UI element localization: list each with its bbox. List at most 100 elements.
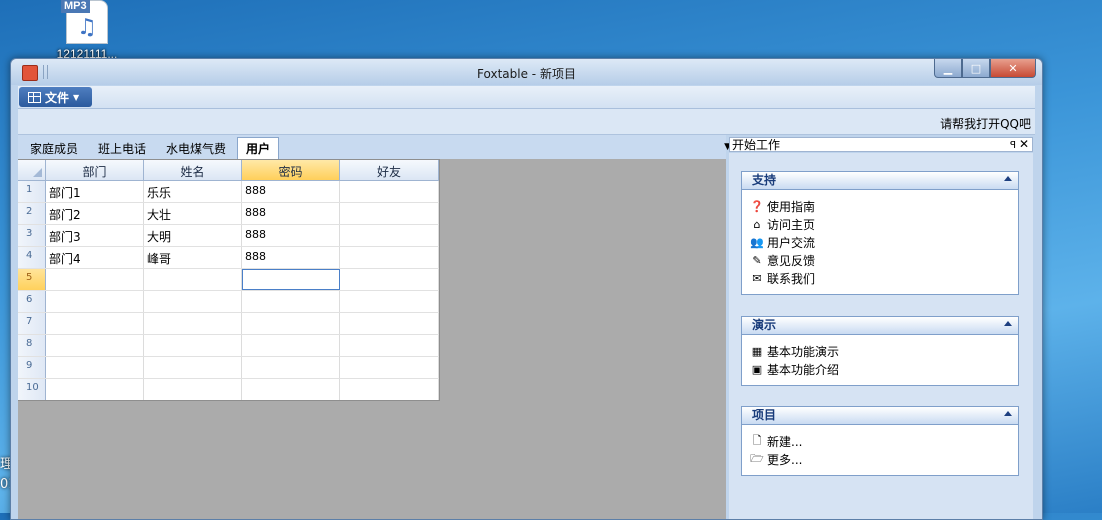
tab-utility-bills[interactable]: 水电煤气费: [166, 140, 226, 157]
table-cell[interactable]: [46, 357, 144, 378]
group-body: 🗋 新建... 🗁 更多...: [741, 425, 1019, 476]
table-cell[interactable]: [340, 181, 439, 202]
row-number[interactable]: 7: [18, 313, 46, 334]
table-cell[interactable]: [46, 379, 144, 400]
collapse-icon[interactable]: [1004, 176, 1012, 181]
group-project: 项目 🗋 新建... 🗁 更多...: [741, 406, 1019, 476]
table-cell[interactable]: [46, 291, 144, 312]
row-number[interactable]: 4: [18, 247, 46, 268]
table-cell[interactable]: [340, 203, 439, 224]
column-header-department[interactable]: 部门: [46, 160, 144, 180]
table-cell[interactable]: [242, 357, 340, 378]
table-icon: ▦: [751, 344, 763, 358]
tab-family-members[interactable]: 家庭成员: [30, 140, 78, 157]
group-header-project[interactable]: 项目: [741, 406, 1019, 425]
window-controls: ▁ □ ✕: [934, 59, 1036, 78]
link-label: 联系我们: [767, 271, 816, 286]
row-number[interactable]: 8: [18, 335, 46, 356]
link-label: 访问主页: [767, 217, 816, 232]
minimize-button[interactable]: ▁: [934, 59, 962, 78]
table-cell[interactable]: 大明: [144, 225, 242, 246]
table-cell[interactable]: [144, 291, 242, 312]
table-cell[interactable]: [144, 269, 242, 290]
table-cell[interactable]: [340, 269, 439, 290]
table-cell[interactable]: [340, 225, 439, 246]
mp3-tag: MP3: [61, 0, 90, 13]
group-title: 演示: [752, 318, 777, 332]
help-icon: ❓: [750, 199, 764, 213]
table-cell[interactable]: [242, 379, 340, 400]
help-link[interactable]: 请帮我打开QQ吧: [940, 115, 1031, 132]
task-pane-title: 开始工作: [732, 138, 781, 152]
row-number[interactable]: 10: [18, 379, 46, 400]
table-cell[interactable]: 部门2: [46, 203, 144, 224]
table-cell[interactable]: [144, 379, 242, 400]
file-menu-label: 文件: [45, 90, 70, 105]
table-cell[interactable]: [46, 269, 144, 290]
table-cell[interactable]: 888: [242, 203, 340, 224]
row-number[interactable]: 2: [18, 203, 46, 224]
table-cell[interactable]: 部门1: [46, 181, 144, 202]
collapse-icon[interactable]: [1004, 321, 1012, 326]
table-cell[interactable]: 888: [242, 181, 340, 202]
task-pane: 支持 ❓ 使用指南 ⌂ 访问主页 👥 用户交流 ✎ 意见反馈 ✉ 联系我们 演示 ▦ 基本功…: [729, 153, 1033, 519]
table-cell[interactable]: [340, 335, 439, 356]
active-cell[interactable]: [242, 269, 340, 290]
link-home-page[interactable]: ⌂ 访问主页: [750, 215, 1010, 233]
link-community[interactable]: 👥 用户交流: [750, 233, 1010, 251]
pin-icon[interactable]: ꟼ: [1010, 138, 1016, 153]
close-button[interactable]: ✕: [990, 59, 1036, 78]
table-cell[interactable]: 888: [242, 225, 340, 246]
link-basic-intro[interactable]: ▣ 基本功能介绍: [750, 360, 1010, 378]
table-cell[interactable]: [340, 357, 439, 378]
column-header-name[interactable]: 姓名: [144, 160, 242, 180]
table-cell[interactable]: [46, 335, 144, 356]
row-number[interactable]: 5: [18, 269, 46, 290]
row-number[interactable]: 6: [18, 291, 46, 312]
table-cell[interactable]: [242, 313, 340, 334]
link-feedback[interactable]: ✎ 意见反馈: [750, 251, 1010, 269]
table-row: 10: [18, 379, 439, 400]
table-cell[interactable]: [46, 313, 144, 334]
table-cell[interactable]: 大壮: [144, 203, 242, 224]
table-cell[interactable]: 888: [242, 247, 340, 268]
column-header-friends[interactable]: 好友: [340, 160, 439, 180]
file-menu-button[interactable]: 文件 ▼: [19, 87, 92, 107]
title-bar[interactable]: Foxtable - 新项目 ▁ □ ✕: [11, 59, 1042, 85]
task-pane-header: 开始工作 ꟼ ✕: [729, 137, 1033, 152]
table-cell[interactable]: [144, 357, 242, 378]
table-cell[interactable]: 乐乐: [144, 181, 242, 202]
select-all-corner[interactable]: [18, 160, 46, 180]
desktop-mp3-icon[interactable]: MP3 ♫ 12121111...: [52, 0, 122, 61]
tab-work-phone[interactable]: 班上电话: [98, 140, 146, 157]
link-contact[interactable]: ✉ 联系我们: [750, 269, 1010, 287]
table-cell[interactable]: [242, 291, 340, 312]
tab-users[interactable]: 用户: [237, 137, 280, 161]
link-more-projects[interactable]: 🗁 更多...: [750, 450, 1010, 468]
collapse-icon[interactable]: [1004, 411, 1012, 416]
table-cell[interactable]: 部门3: [46, 225, 144, 246]
group-title: 项目: [752, 408, 777, 422]
group-header-demo[interactable]: 演示: [741, 316, 1019, 335]
link-basic-demo[interactable]: ▦ 基本功能演示: [750, 342, 1010, 360]
row-number[interactable]: 3: [18, 225, 46, 246]
link-new-project[interactable]: 🗋 新建...: [750, 432, 1010, 450]
link-user-guide[interactable]: ❓ 使用指南: [750, 197, 1010, 215]
column-header-password[interactable]: 密码: [242, 160, 340, 180]
table-cell[interactable]: [340, 379, 439, 400]
table-row: 4 部门4 峰哥 888: [18, 247, 439, 269]
table-cell[interactable]: [144, 313, 242, 334]
row-number[interactable]: 1: [18, 181, 46, 202]
table-cell[interactable]: [340, 291, 439, 312]
maximize-button[interactable]: □: [962, 59, 990, 78]
table-cell[interactable]: 峰哥: [144, 247, 242, 268]
table-cell[interactable]: [242, 335, 340, 356]
table-cell[interactable]: [340, 313, 439, 334]
table-cell[interactable]: [144, 335, 242, 356]
ribbon-bar: 请帮我打开QQ吧: [18, 109, 1035, 135]
row-number[interactable]: 9: [18, 357, 46, 378]
close-pane-icon[interactable]: ✕: [1019, 137, 1029, 152]
table-cell[interactable]: 部门4: [46, 247, 144, 268]
table-cell[interactable]: [340, 247, 439, 268]
group-header-support[interactable]: 支持: [741, 171, 1019, 190]
